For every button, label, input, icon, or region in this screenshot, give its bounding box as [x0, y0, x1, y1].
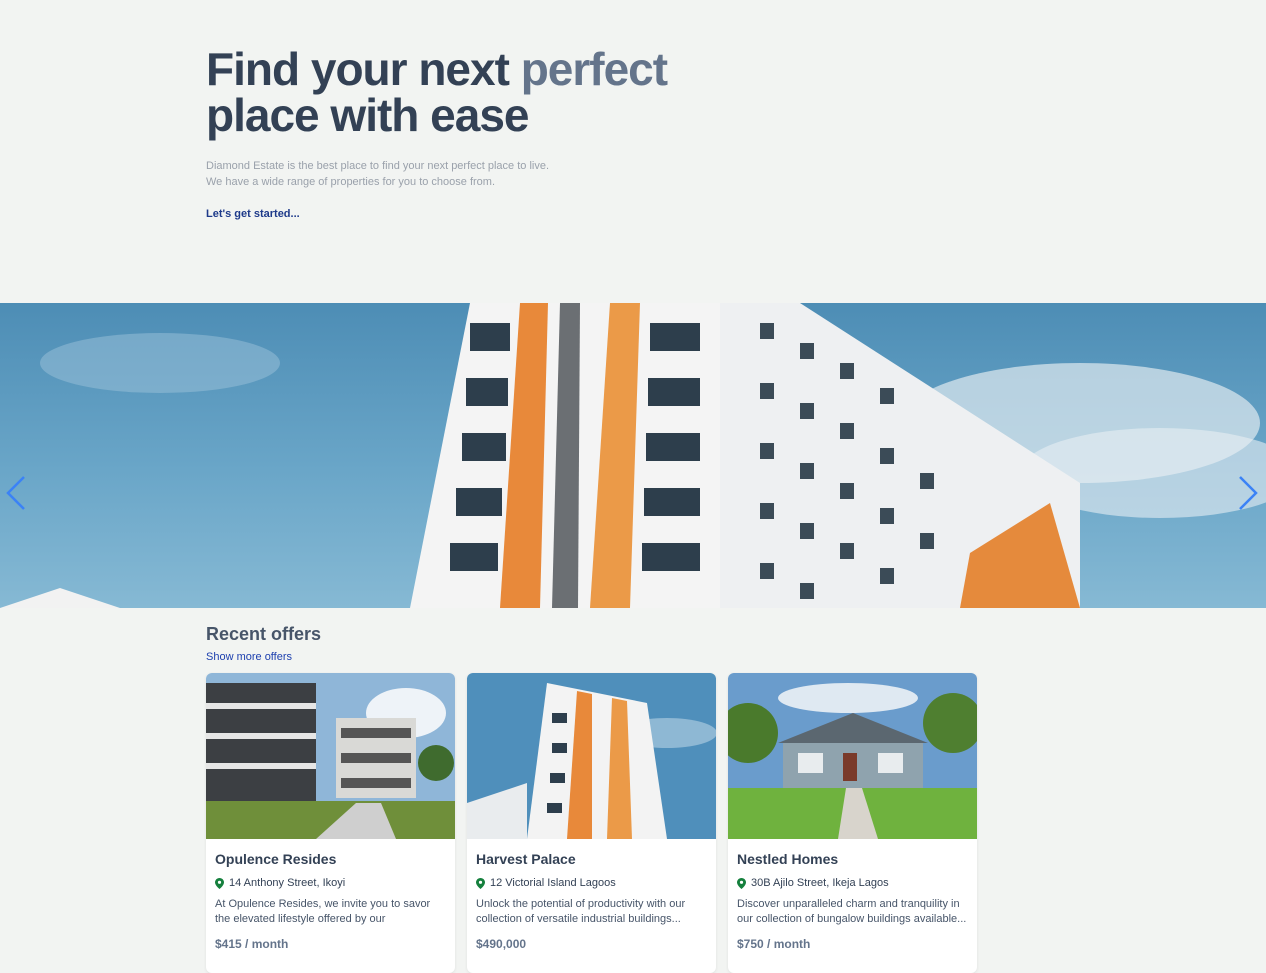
offer-title: Harvest Palace	[476, 851, 576, 867]
map-pin-icon	[737, 877, 746, 889]
offer-address-text: 12 Victorial Island Lagoos	[490, 877, 616, 889]
offer-address: 12 Victorial Island Lagoos	[476, 877, 707, 889]
offer-description: Discover unparalleled charm and tranquil…	[737, 898, 967, 925]
offer-price: $750 / month	[737, 937, 811, 951]
map-pin-icon	[476, 877, 485, 889]
offer-title: Opulence Resides	[215, 851, 337, 867]
offer-address: 14 Anthony Street, Ikoyi	[215, 877, 446, 889]
offer-card[interactable]: Nestled Homes 30B Ajilo Street, Ikeja La…	[728, 673, 977, 973]
offer-title: Nestled Homes	[737, 851, 839, 867]
get-started-link[interactable]: Let's get started...	[206, 208, 300, 220]
hero-description: Diamond Estate is the best place to find…	[206, 158, 586, 190]
hero-section: Find your next perfect place with ease D…	[206, 46, 806, 222]
offer-address-text: 14 Anthony Street, Ikoyi	[229, 877, 346, 889]
hero-desc-line2: We have a wide range of properties for y…	[206, 176, 496, 188]
offer-card[interactable]: Harvest Palace 12 Victorial Island Lagoo…	[467, 673, 716, 973]
chevron-left-icon[interactable]	[4, 473, 28, 513]
building-photo	[0, 303, 1266, 608]
recent-offers-heading: Recent offers	[206, 624, 322, 644]
offer-card[interactable]: Opulence Resides 14 Anthony Street, Ikoy…	[206, 673, 455, 973]
hero-title-part1: Find your next	[206, 43, 521, 95]
property-photo	[467, 673, 716, 839]
offer-price: $490,000	[476, 937, 527, 951]
offer-description: At Opulence Resides, we invite you to sa…	[215, 898, 431, 925]
hero-title: Find your next perfect place with ease	[206, 46, 806, 138]
hero-desc-line1: Diamond Estate is the best place to find…	[206, 160, 550, 172]
property-photo	[728, 673, 977, 839]
hero-image-slider	[0, 303, 1266, 608]
map-pin-icon	[215, 877, 224, 889]
recent-offers-section: Recent offers Show more offers	[206, 624, 986, 663]
chevron-right-icon[interactable]	[1236, 473, 1260, 513]
hero-title-accent: perfect	[520, 43, 668, 95]
offer-address: 30B Ajilo Street, Ikeja Lagos	[737, 877, 968, 889]
offer-cards: Opulence Resides 14 Anthony Street, Ikoy…	[206, 673, 977, 973]
offer-price: $415 / month	[215, 937, 289, 951]
hero-title-part2: place with ease	[206, 89, 529, 141]
show-more-offers-link[interactable]: Show more offers	[206, 651, 986, 663]
offer-description: Unlock the potential of productivity wit…	[476, 898, 686, 925]
offer-address-text: 30B Ajilo Street, Ikeja Lagos	[751, 877, 889, 889]
property-photo	[206, 673, 455, 839]
